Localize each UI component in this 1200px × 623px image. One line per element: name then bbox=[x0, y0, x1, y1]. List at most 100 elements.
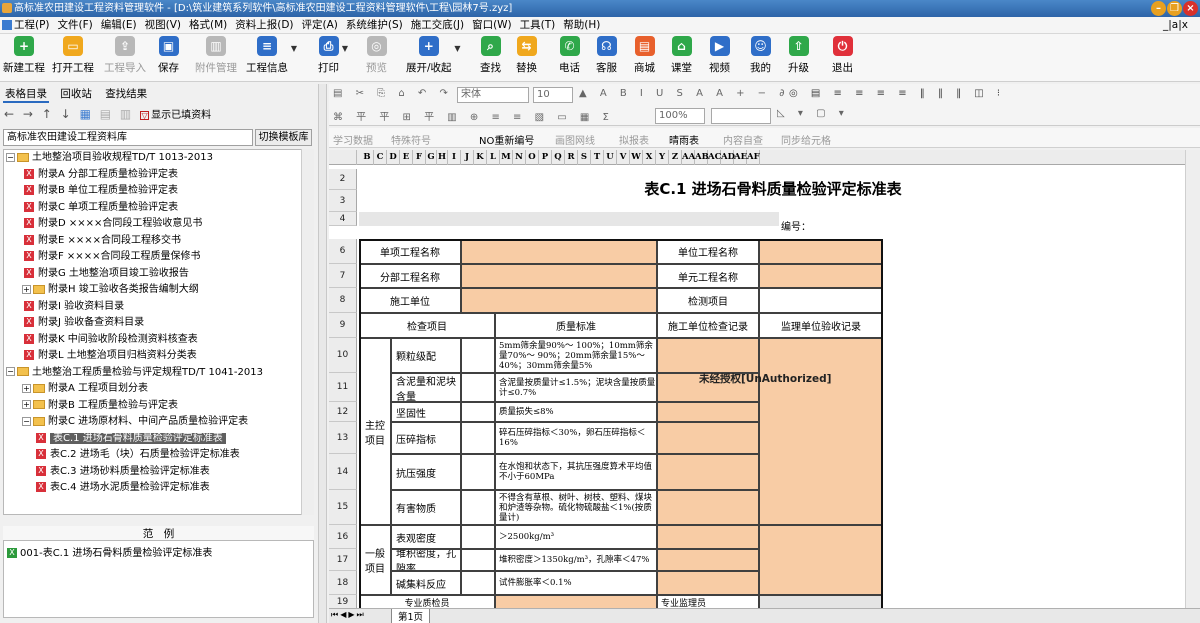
toolbar-button[interactable]: + 展开/收起 ▼ bbox=[406, 36, 461, 75]
column-header[interactable]: U bbox=[604, 150, 617, 165]
row-header[interactable]: 16 bbox=[329, 525, 357, 549]
menu-item[interactable]: 系统维护(S) bbox=[346, 19, 403, 31]
toolbar-button[interactable]: ⌕ 查找 bbox=[480, 36, 501, 75]
menu-item[interactable]: 视图(V) bbox=[145, 19, 181, 31]
sheet-tab[interactable]: 第1页 bbox=[391, 609, 431, 623]
column-header[interactable]: J bbox=[461, 150, 474, 165]
toolbar-button[interactable]: ☺ 我的 bbox=[750, 36, 771, 75]
check-item-header[interactable]: 检查项目 bbox=[359, 313, 495, 338]
column-header[interactable]: AD bbox=[721, 150, 735, 165]
column-header[interactable]: AE bbox=[734, 150, 747, 165]
toolbar-button[interactable]: ⇆ 替换 bbox=[516, 36, 537, 75]
up-icon[interactable]: ↑ bbox=[42, 107, 52, 121]
unit-name-field[interactable] bbox=[759, 239, 883, 264]
toolbar-button[interactable]: ✆ 电话 bbox=[559, 36, 580, 75]
tree-node[interactable]: − 附录C 进场原材料、中间产品质量检验评定表 bbox=[22, 414, 248, 430]
tree-node[interactable]: X 附录J 验收备查资料目录 bbox=[24, 315, 144, 331]
subproject-name-label[interactable]: 分部工程名称 bbox=[359, 264, 461, 288]
tree-node[interactable]: X 表C.4 进场水泥质量检验评定标准表 bbox=[36, 480, 210, 496]
test-item-field[interactable] bbox=[759, 288, 883, 313]
tree-node[interactable]: X 附录K 中间验收阶段检测资料核查表 bbox=[24, 332, 198, 348]
row-header[interactable]: 8 bbox=[329, 288, 357, 313]
tree-node[interactable]: X 附录F ××××合同段工程质量保修书 bbox=[24, 249, 200, 265]
tree-node[interactable]: X 表C.2 进场毛（块）石质量检验评定标准表 bbox=[36, 447, 240, 463]
toolbar-button[interactable]: ▤ 商城 bbox=[634, 36, 655, 75]
dropdown-arrow-icon[interactable]: ▼ bbox=[291, 44, 297, 53]
column-header[interactable]: K bbox=[474, 150, 487, 165]
construction-unit-label[interactable]: 施工单位 bbox=[359, 288, 461, 313]
menu-item[interactable]: 帮助(H) bbox=[563, 19, 600, 31]
dropdown-arrow-icon[interactable]: ▼ bbox=[342, 44, 348, 53]
function-item[interactable]: 内容自查 bbox=[723, 132, 763, 147]
tree-node[interactable]: − 土地整治工程质量检验与评定规程TD/T 1041-2013 bbox=[6, 365, 263, 381]
unit-name-label[interactable]: 单位工程名称 bbox=[657, 239, 759, 264]
row-header[interactable]: 12 bbox=[329, 402, 357, 422]
column-header[interactable]: W bbox=[630, 150, 643, 165]
expand-toggle-icon[interactable]: − bbox=[6, 152, 15, 162]
tree-node[interactable]: − 土地整治项目验收规程TD/T 1013-2013 bbox=[6, 150, 213, 166]
construction-record-cell[interactable] bbox=[657, 490, 759, 525]
toolbar-button[interactable]: ⎙ 打印 ▼ bbox=[318, 36, 348, 75]
construction-unit-field[interactable] bbox=[461, 288, 657, 313]
menu-item[interactable]: 评定(A) bbox=[302, 19, 338, 31]
function-item[interactable]: 学习数据 bbox=[333, 132, 373, 147]
supervision-record-header[interactable]: 监理单位验收记录 bbox=[759, 313, 883, 338]
toolbar-button[interactable]: ⇧ 升级 bbox=[788, 36, 809, 75]
expand-toggle-icon[interactable]: − bbox=[6, 367, 15, 376]
function-item[interactable]: 拟报表 bbox=[619, 132, 649, 147]
toolbar-button[interactable]: ⇪ 工程导入 bbox=[104, 36, 146, 75]
column-header[interactable]: L bbox=[487, 150, 500, 165]
menu-item[interactable]: 文件(F) bbox=[58, 19, 93, 31]
tree-node[interactable]: X 附录A 分部工程质量检验评定表 bbox=[24, 167, 178, 183]
column-header[interactable]: H bbox=[437, 150, 448, 165]
tree-node[interactable]: X 附录C 单项工程质量检验评定表 bbox=[24, 200, 178, 216]
zoom-select[interactable]: 100% bbox=[655, 108, 705, 124]
font-size-select[interactable]: 10 bbox=[533, 87, 573, 103]
column-header[interactable]: S bbox=[578, 150, 591, 165]
number-field[interactable] bbox=[813, 212, 883, 226]
border-icons[interactable]: ◺ ▾ ▢ ▾ bbox=[777, 108, 849, 119]
toolbar-button[interactable]: ≡ 工程信息 ▼ bbox=[246, 36, 297, 75]
menu-item[interactable]: 窗口(W) bbox=[472, 19, 512, 31]
column-header[interactable]: N bbox=[513, 150, 526, 165]
inspector-field[interactable] bbox=[495, 595, 657, 608]
supervision-record-main[interactable] bbox=[759, 338, 883, 525]
construction-record-cell[interactable] bbox=[657, 525, 759, 549]
row-header[interactable]: 14 bbox=[329, 454, 357, 490]
tree-node[interactable]: X 表C.1 进场石骨料质量检验评定标准表 bbox=[36, 431, 226, 447]
construction-record-cell[interactable] bbox=[657, 571, 759, 595]
minimize-button[interactable]: – bbox=[1151, 1, 1166, 16]
construction-record-header[interactable]: 施工单位检查记录 bbox=[657, 313, 759, 338]
show-filled-checkbox[interactable]: ▽ 显示已填资料 bbox=[140, 110, 216, 121]
column-header[interactable]: X bbox=[643, 150, 656, 165]
toolbar-button[interactable]: ▥ 附件管理 bbox=[195, 36, 237, 75]
construction-record-cell[interactable] bbox=[657, 338, 759, 373]
forward-icon[interactable]: → bbox=[23, 107, 33, 121]
font-select[interactable]: 宋体 bbox=[457, 87, 529, 103]
menu-item[interactable]: 编辑(E) bbox=[101, 19, 137, 31]
form-icon[interactable]: ▥ bbox=[120, 107, 131, 121]
tree-node[interactable]: X 附录E ××××合同段工程移交书 bbox=[24, 233, 181, 249]
construction-record-cell[interactable] bbox=[657, 422, 759, 454]
function-item[interactable]: 画图网线 bbox=[555, 132, 595, 147]
column-header[interactable]: AA bbox=[682, 150, 695, 165]
element-name-label[interactable]: 单元工程名称 bbox=[657, 264, 759, 288]
restore-button[interactable]: ❐ bbox=[1167, 1, 1182, 16]
column-header[interactable]: Y bbox=[656, 150, 669, 165]
row-header[interactable]: 9 bbox=[329, 313, 357, 338]
column-header[interactable]: AB bbox=[695, 150, 709, 165]
tab-catalog[interactable]: 表格目录 bbox=[3, 87, 49, 103]
menu-item[interactable]: 工具(T) bbox=[520, 19, 556, 31]
expand-toggle-icon[interactable]: + bbox=[22, 383, 31, 393]
menu-item[interactable]: 施工交底(J) bbox=[411, 19, 464, 31]
expand-toggle-icon[interactable]: − bbox=[22, 416, 31, 426]
row-header[interactable]: 13 bbox=[329, 422, 357, 454]
toolbar-button[interactable]: ⏻ 退出 bbox=[832, 36, 853, 75]
paste-icon[interactable]: ▤ bbox=[100, 107, 111, 121]
tree-node[interactable]: + 附录A 工程项目划分表 bbox=[22, 381, 148, 397]
row-header[interactable]: 7 bbox=[329, 264, 357, 288]
supervision-record-general[interactable] bbox=[759, 525, 883, 595]
function-item[interactable]: 特殊符号 bbox=[391, 132, 431, 147]
tree-node[interactable]: X 附录L 土地整治项目归档资料分类表 bbox=[24, 348, 197, 364]
example-item[interactable]: 001-表C.1 进场石骨料质量检验评定标准表 bbox=[20, 548, 212, 559]
